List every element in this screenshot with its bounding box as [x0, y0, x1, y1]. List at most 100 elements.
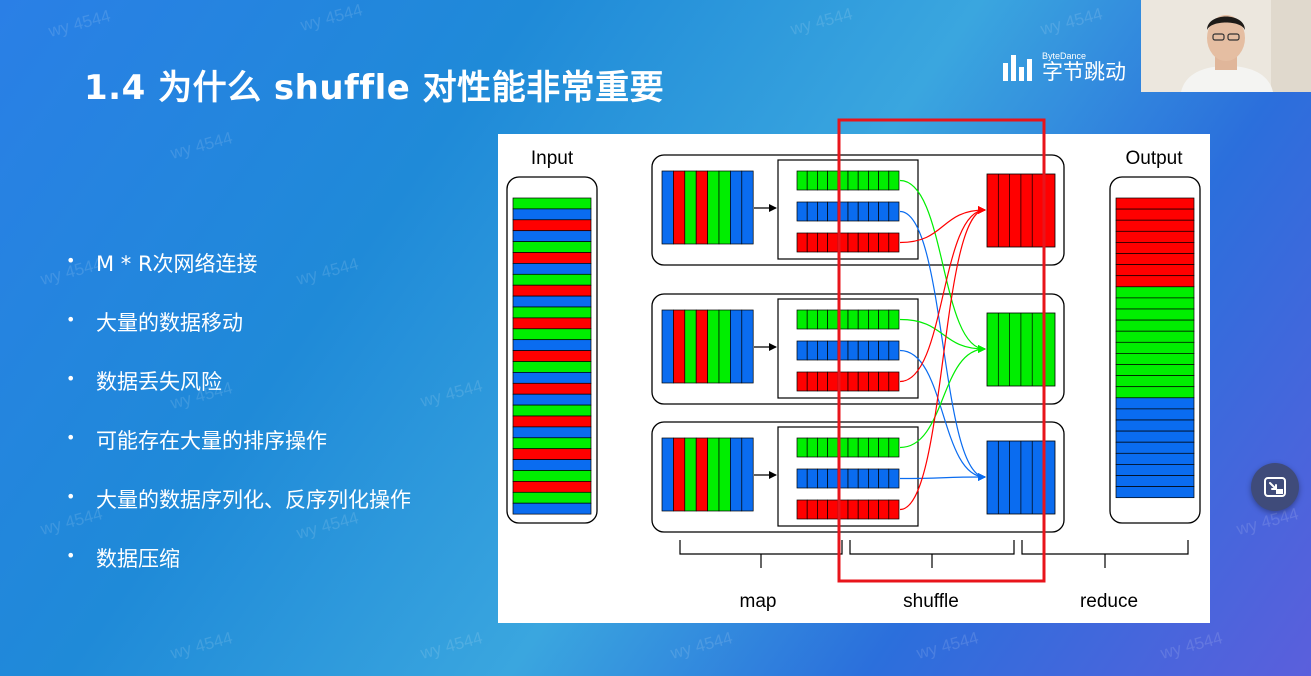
input-record	[512, 252, 592, 264]
input-record	[512, 241, 592, 253]
bullet-item: • 数据压缩	[66, 543, 411, 602]
bullet-item: • M * R次网络连接	[66, 248, 411, 307]
input-record	[512, 448, 592, 460]
map-input-column	[673, 437, 686, 512]
map-input-column	[741, 437, 754, 512]
map-input-column	[695, 309, 708, 384]
map-input-column	[730, 437, 743, 512]
map-partition-cell	[857, 499, 869, 520]
input-record	[512, 317, 592, 330]
watermark: wy 4544	[1038, 4, 1105, 39]
map-partition-cell	[857, 309, 869, 330]
map-partition-cell	[817, 170, 828, 191]
bullet-text: 大量的数据序列化、反序列化操作	[96, 488, 411, 512]
input-record	[512, 470, 592, 482]
input-record	[512, 208, 592, 221]
map-partition-cell	[878, 201, 890, 222]
output-record	[1115, 230, 1195, 243]
input-record	[512, 491, 592, 504]
map-partition-cell	[796, 499, 808, 520]
map-input-column	[695, 170, 708, 245]
map-partition-cell	[868, 232, 879, 253]
map-partition-cell	[868, 201, 879, 222]
bullet-item: • 大量的数据序列化、反序列化操作	[66, 484, 411, 543]
input-record	[512, 361, 592, 373]
map-partition-cell	[796, 201, 808, 222]
map-brace	[679, 540, 843, 555]
map-partition-cell	[888, 468, 900, 489]
output-record	[1115, 297, 1195, 310]
map-partition-cell	[847, 170, 859, 191]
map-partition-cell	[806, 232, 818, 253]
map-partition-cell	[806, 437, 818, 458]
map-partition-cell	[857, 170, 869, 191]
slide: wy 4544 wy 4544 wy 4544 wy 4544 wy 4544 …	[0, 0, 1311, 676]
map-partition-cell	[878, 499, 890, 520]
input-record	[512, 219, 592, 232]
bullet-text: 数据丢失风险	[96, 370, 222, 394]
output-record	[1115, 397, 1195, 410]
map-partition-cell	[817, 437, 828, 458]
output-record	[1115, 408, 1195, 421]
watermark: wy 4544	[914, 628, 981, 663]
map-input-column	[684, 437, 697, 512]
map-partition-cell	[827, 170, 839, 191]
output-record	[1115, 219, 1195, 232]
map-partition-cell	[878, 371, 890, 392]
map-partition-cell	[806, 499, 818, 520]
output-record	[1115, 386, 1195, 399]
reduce-label: reduce	[1080, 591, 1138, 612]
map-partition-cell	[796, 309, 808, 330]
input-record	[512, 263, 592, 275]
watermark: wy 4544	[788, 4, 855, 39]
map-input-column	[695, 437, 708, 512]
map-partition-cell	[796, 170, 808, 191]
map-partition-cell	[888, 309, 900, 330]
output-record	[1115, 475, 1195, 487]
map-partition-cell	[888, 499, 900, 520]
input-record	[512, 328, 592, 341]
map-input-column	[718, 309, 731, 384]
map-partition-cell	[857, 437, 869, 458]
shuffle-diagram-svg: Input Output map shuffle reduce	[506, 118, 1201, 612]
reduce-brace	[1021, 540, 1189, 555]
input-record	[512, 502, 592, 515]
bullet-list: • M * R次网络连接 • 大量的数据移动 • 数据丢失风险 • 可能存在大量的排序操…	[66, 248, 411, 602]
map-partition-cell	[806, 170, 818, 191]
shuffle-diagram: Input Output map shuffle reduce	[498, 118, 1210, 623]
map-partition-cell	[888, 437, 900, 458]
map-partition-cell	[817, 371, 828, 392]
bullet-text: 大量的数据移动	[96, 311, 243, 335]
input-record	[512, 295, 592, 308]
map-partition-cell	[806, 371, 818, 392]
output-record	[1115, 308, 1195, 321]
bullet-text: M * R次网络连接	[96, 252, 258, 276]
map-input-column	[707, 309, 720, 384]
map-partition-cell	[806, 340, 818, 361]
map-partition-cell	[847, 201, 859, 222]
output-record	[1115, 452, 1195, 465]
watermark: wy 4544	[418, 628, 485, 663]
map-partition-cell	[868, 170, 879, 191]
output-record	[1115, 275, 1195, 288]
map-partition-cell	[868, 309, 879, 330]
exit-floating-window-button[interactable]	[1251, 463, 1299, 511]
map-partition-cell	[868, 437, 879, 458]
input-record	[512, 230, 592, 242]
map-input-column	[684, 170, 697, 245]
input-record	[512, 459, 592, 471]
map-input-column	[718, 437, 731, 512]
map-partition-cell	[857, 201, 869, 222]
output-label: Output	[1125, 148, 1183, 169]
map-partition-cell	[796, 371, 808, 392]
bullet-text: 数据压缩	[96, 547, 180, 571]
output-record	[1115, 330, 1195, 343]
map-partition-cell	[888, 371, 900, 392]
shuffle-brace	[849, 540, 1015, 555]
input-record	[512, 339, 592, 351]
map-partition-cell	[827, 437, 839, 458]
bullet-item: • 数据丢失风险	[66, 366, 411, 425]
map-partition-cell	[878, 340, 890, 361]
output-record	[1115, 341, 1195, 354]
map-partition-cell	[888, 201, 900, 222]
